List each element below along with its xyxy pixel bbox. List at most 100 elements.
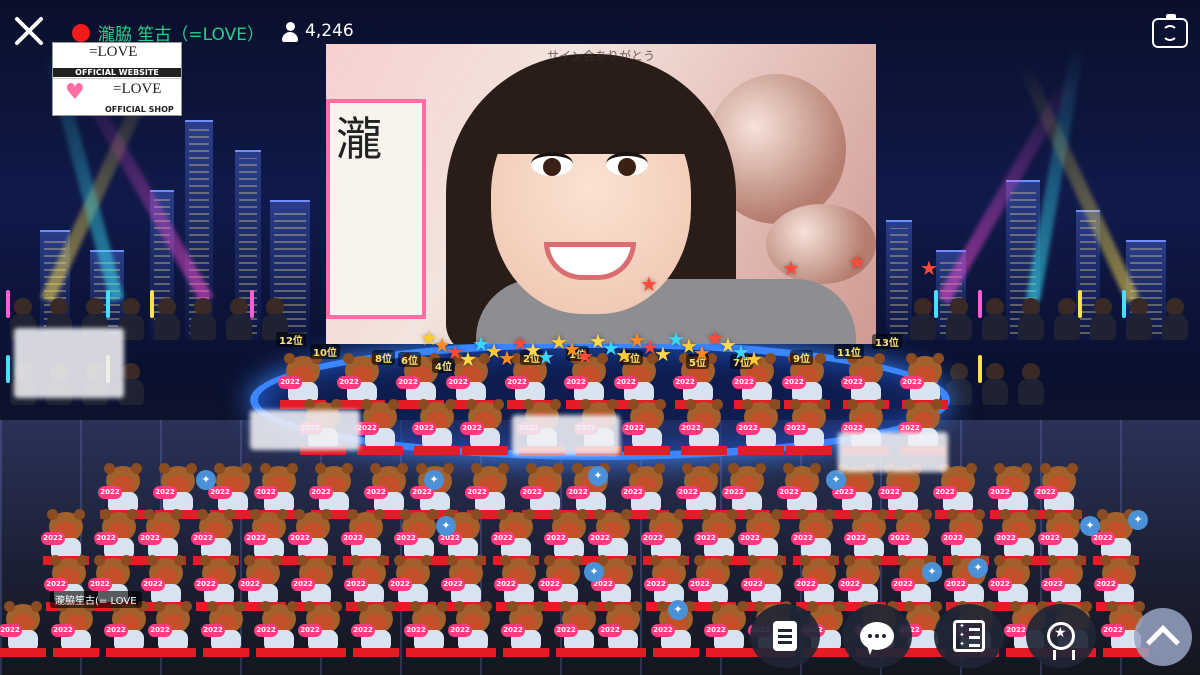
banner-text: 瀧	[336, 112, 382, 166]
audience-bear-avatar: 2022	[412, 399, 460, 455]
audience-bear-avatar: 2022	[104, 601, 152, 657]
year-badge: 2022	[388, 578, 412, 591]
camera-switch-icon[interactable]	[1152, 14, 1188, 48]
crowd-fan	[1122, 290, 1154, 342]
audience-bear-avatar: 2022	[355, 399, 403, 455]
year-badge: 2022	[888, 532, 912, 545]
info-button[interactable]	[750, 604, 820, 668]
twitter-bird-icon: ✦	[922, 562, 942, 582]
year-badge: 2022	[994, 532, 1018, 545]
official-website-link[interactable]: =LOVE OFFICIAL WEBSITE	[53, 43, 181, 79]
award-button[interactable]	[1026, 604, 1096, 668]
year-badge: 2022	[738, 532, 762, 545]
year-badge: 2022	[278, 376, 302, 389]
year-badge: 2022	[404, 624, 428, 637]
twitter-bird-icon: ✦	[584, 562, 604, 582]
year-badge: 2022	[741, 578, 765, 591]
document-icon	[773, 621, 797, 651]
year-badge: 2022	[782, 376, 806, 389]
year-badge: 2022	[44, 578, 68, 591]
year-badge: 2022	[465, 486, 489, 499]
year-badge: 2022	[944, 578, 968, 591]
year-badge: 2022	[244, 532, 268, 545]
crowd-fan	[908, 290, 938, 342]
year-badge: 2022	[1038, 532, 1062, 545]
twitter-bird-icon: ✦	[968, 558, 988, 578]
crowd-fan	[150, 290, 182, 342]
year-badge: 2022	[298, 624, 322, 637]
year-badge: 2022	[704, 624, 728, 637]
year-badge: 2022	[622, 422, 646, 435]
shop-logo-mark: =LOVE	[113, 81, 162, 97]
rank-label: 10位	[310, 344, 340, 359]
year-badge: 2022	[148, 624, 172, 637]
audience-bear-avatar: 2022	[736, 399, 784, 455]
year-badge: 2022	[291, 578, 315, 591]
year-badge: 2022	[566, 486, 590, 499]
year-badge: 2022	[791, 532, 815, 545]
crowd-fan	[1160, 298, 1190, 342]
year-badge: 2022	[1101, 624, 1125, 637]
official-shop-link[interactable]: ♥ =LOVE OFFICIAL SHOP	[53, 79, 181, 115]
collapse-button[interactable]	[1134, 608, 1192, 666]
audience-bear-avatar: 2022	[460, 399, 508, 455]
year-badge: 2022	[838, 578, 862, 591]
audience-bear-avatar: 2022	[933, 463, 981, 519]
year-badge: 2022	[141, 578, 165, 591]
year-badge: 2022	[777, 486, 801, 499]
audience-bear-avatar: 2022	[404, 601, 452, 657]
year-badge: 2022	[794, 578, 818, 591]
year-badge: 2022	[98, 486, 122, 499]
shop-label: OFFICIAL SHOP	[105, 105, 174, 114]
blurred-comment-card	[512, 415, 620, 455]
year-badge: 2022	[288, 532, 312, 545]
year-badge: 2022	[651, 624, 675, 637]
year-badge: 2022	[309, 486, 333, 499]
year-badge: 2022	[1094, 578, 1118, 591]
year-badge: 2022	[1004, 624, 1028, 637]
year-badge: 2022	[88, 578, 112, 591]
star-gift-icon: ★	[848, 250, 866, 274]
comment-button[interactable]	[842, 604, 912, 668]
list-star-icon	[953, 620, 985, 652]
audience-bear-avatar: 2022	[598, 601, 646, 657]
audience-bear-avatar: 2022	[679, 399, 727, 455]
audience-bear-avatar: 2022	[0, 601, 46, 657]
year-badge: 2022	[673, 376, 697, 389]
year-badge: 2022	[153, 486, 177, 499]
year-badge: 2022	[878, 486, 902, 499]
rank-label: 12位	[276, 332, 306, 347]
close-icon[interactable]	[10, 12, 48, 50]
year-badge: 2022	[460, 422, 484, 435]
year-badge: 2022	[194, 578, 218, 591]
year-badge: 2022	[688, 578, 712, 591]
year-badge: 2022	[0, 624, 22, 637]
year-badge: 2022	[736, 422, 760, 435]
year-badge: 2022	[1034, 486, 1058, 499]
year-badge: 2022	[201, 624, 225, 637]
blurred-comment-card	[838, 432, 948, 472]
year-badge: 2022	[598, 624, 622, 637]
year-badge: 2022	[491, 532, 515, 545]
year-badge: 2022	[988, 578, 1012, 591]
year-badge: 2022	[254, 624, 278, 637]
year-badge: 2022	[394, 532, 418, 545]
year-badge: 2022	[344, 578, 368, 591]
website-label: OFFICIAL WEBSITE	[53, 68, 181, 77]
audience-bear-avatar: 2022	[298, 601, 346, 657]
year-badge: 2022	[679, 422, 703, 435]
audience-bear-avatar: 2022	[278, 353, 326, 409]
heart-logo-icon: ♥	[65, 80, 85, 105]
audience-bear-avatar: 2022	[148, 601, 196, 657]
ranking-button[interactable]	[934, 604, 1004, 668]
twitter-bird-icon: ✦	[1080, 516, 1100, 536]
year-badge: 2022	[844, 532, 868, 545]
audience-avatars: 2022 2022 2022 2022 2022 2022 2022 2022 2022 2022…	[0, 252, 1200, 675]
user-name-chip: 瀧脇笙古(= LOVE	[50, 591, 142, 608]
live-indicator-icon	[72, 24, 90, 42]
live-video-frame[interactable]: 瀧 サイン会ありがとう	[326, 44, 876, 344]
year-badge: 2022	[554, 624, 578, 637]
year-badge: 2022	[396, 376, 420, 389]
year-badge: 2022	[544, 532, 568, 545]
star-gift-icon: ★	[920, 256, 938, 280]
